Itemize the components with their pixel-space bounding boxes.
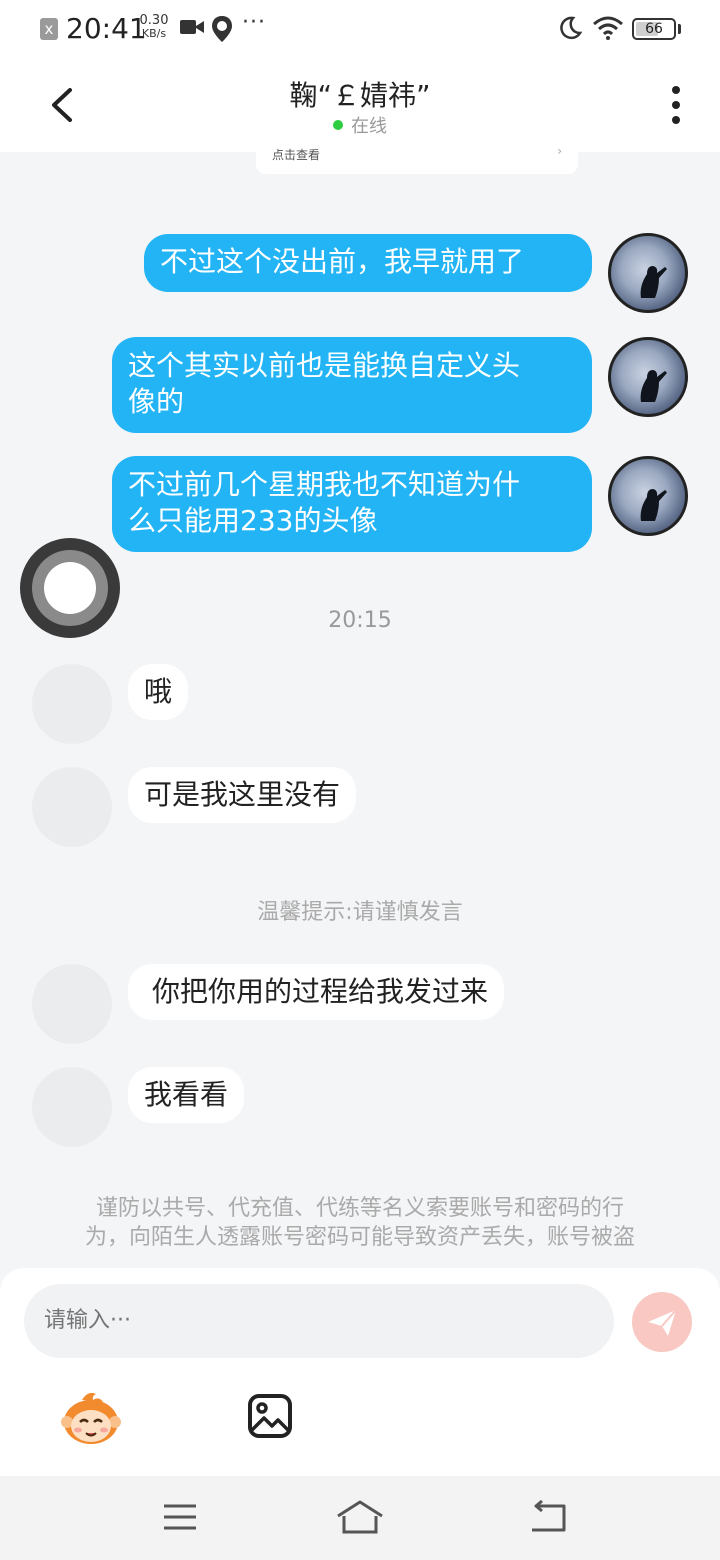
message-timestamp: 20:15 [328,608,392,633]
caution-tip: 温馨提示:请谨慎发言 [257,900,463,925]
shared-card-text: 点击查看 [272,148,321,162]
my-avatar[interactable] [608,233,688,313]
system-navigation-bar [0,1476,720,1560]
chevron-right-icon: › [557,144,562,158]
video-camera-icon [180,20,204,34]
received-message-text: 哦 [144,675,173,708]
sent-message-text-line1: 不过前几个星期我也不知道为什 [128,468,521,501]
battery-icon: 66 [632,18,676,40]
received-message-text: 我看看 [144,1078,229,1111]
my-avatar[interactable] [608,337,688,417]
received-message[interactable]: 可是我这里没有 [128,767,357,823]
sent-message[interactable]: 这个其实以前也是能换自定义头 像的 [112,337,592,433]
network-speed-unit: KB/s [141,27,167,40]
status-bar: x 20:41 0.30 KB/s ··· 66 [0,0,720,58]
battery-level: 66 [645,21,663,37]
contact-avatar[interactable] [32,1067,112,1147]
sent-message-text: 不过这个没出前，我早就用了 [160,245,525,278]
security-warning-line2: 为，向陌生人透露账号密码可能导致资产丢失，账号被盗 [84,1225,635,1250]
silhouette-icon [640,489,667,521]
more-notifications-icon: ··· [242,10,266,35]
location-pin-icon [212,16,232,42]
received-message-text: 可是我这里没有 [144,778,341,811]
vertical-dot [672,101,680,109]
paper-plane-icon [648,1309,677,1336]
battery-tip [678,24,681,34]
wifi-icon [593,16,623,40]
received-message[interactable]: 我看看 [128,1067,245,1123]
status-time: 20:41 [66,12,147,45]
sent-message-text-line2: 像的 [128,385,185,418]
network-speed: 0.30 KB/s [138,14,170,40]
sent-message-text-line1: 这个其实以前也是能换自定义头 [128,349,521,382]
vertical-dot [672,116,680,124]
online-status: 在线 [160,112,560,138]
online-status-label: 在线 [351,116,387,137]
silhouette-icon [640,266,667,298]
monkey-emoji-button[interactable] [60,1388,122,1448]
recent-apps-button[interactable] [162,1502,198,1532]
image-picker-button[interactable] [246,1392,294,1440]
back-nav-button[interactable] [528,1500,568,1534]
back-button[interactable] [40,80,90,130]
close-notification-icon: x [40,18,58,40]
received-message[interactable]: 哦 [128,664,189,720]
silhouette-icon [640,370,667,402]
contact-avatar[interactable] [32,964,112,1044]
received-message[interactable]: 你把你用的过程给我发过来 [128,964,505,1020]
composer [0,1268,720,1476]
contact-avatar[interactable] [32,664,112,744]
received-message-text: 你把你用的过程给我发过来 [152,975,489,1008]
security-warning-line1: 谨防以共号、代充值、代练等名义索要账号和密码的行 [95,1196,624,1221]
security-warning: 谨防以共号、代充值、代练等名义索要账号和密码的行 为，向陌生人透露账号密码可能导… [50,1194,670,1252]
online-dot-icon [333,120,343,130]
chat-header: 鞠“￡婧祎” 在线 [0,58,720,152]
sent-message[interactable]: 不过前几个星期我也不知道为什 么只能用233的头像 [112,456,592,552]
contact-name: 鞠“￡婧祎” [289,79,431,112]
contact-avatar[interactable] [32,767,112,847]
send-button[interactable] [632,1292,692,1352]
sent-message-text-line2: 么只能用233的头像 [128,504,378,537]
network-speed-value: 0.30 [139,13,169,28]
floating-ball-core [44,562,96,614]
vertical-dots-icon [672,86,680,94]
my-avatar[interactable] [608,456,688,536]
message-input[interactable] [24,1284,614,1358]
home-button[interactable] [334,1498,386,1536]
shared-card-partial[interactable]: 点击查看 › [256,140,578,174]
more-options-button[interactable] [660,82,692,128]
do-not-disturb-moon-icon [560,16,582,40]
sent-message[interactable]: 不过这个没出前，我早就用了 [144,234,592,292]
